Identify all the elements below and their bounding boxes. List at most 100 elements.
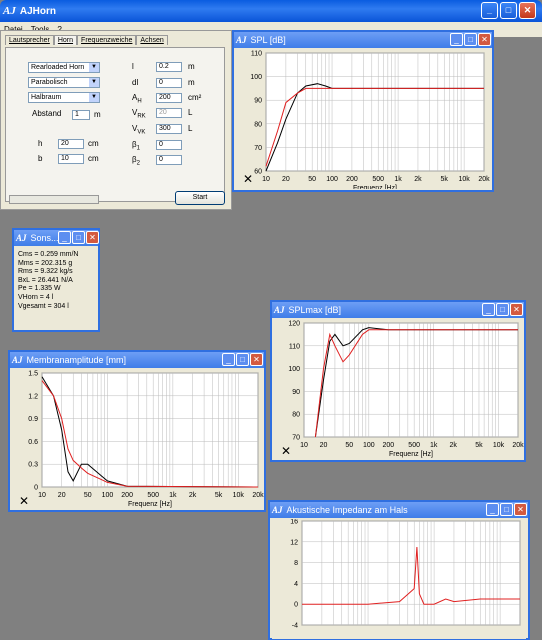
x-tick-label: 10k (493, 442, 505, 449)
impedanz-chart: -4 0 4 8 12 16 (272, 519, 526, 639)
minimize-button[interactable]: _ (481, 2, 498, 19)
tab-horn[interactable]: Horn (53, 35, 78, 45)
param-beta1-label: β1 (132, 140, 140, 152)
x-tick-label: 10k (458, 176, 470, 183)
y-tick-label: 110 (251, 51, 262, 58)
x-axis-label: Frequenz [Hz] (128, 501, 172, 508)
y-tick-label: 0 (34, 485, 38, 492)
x-tick-label: 1k (430, 442, 438, 449)
param-vvk-label: VVK (132, 124, 145, 136)
x-tick-label: 5k (215, 492, 223, 499)
x-tick-label: 20k (512, 442, 524, 449)
close-button[interactable]: ✕ (519, 2, 536, 19)
impedanz-window: AJ Akustische Impedanz am Hals _ □ ✕ -4 0 4 8 1… (268, 500, 530, 640)
y-tick-label: 80 (292, 412, 300, 419)
title-bar[interactable]: AJ AJHorn _ □ ✕ (0, 0, 542, 22)
maximize-button[interactable]: □ (500, 503, 513, 516)
spl-title: SPL [dB] (250, 35, 286, 45)
tab-achsen[interactable]: Achsen (136, 35, 168, 45)
close-button[interactable]: ✕ (86, 231, 99, 244)
progress-bar (9, 195, 99, 204)
x-axis-label: Frequenz [Hz] (353, 185, 397, 189)
y-tick-label: 120 (288, 321, 300, 328)
close-button[interactable]: ✕ (514, 503, 527, 516)
x-tick-label: 500 (372, 176, 384, 183)
param-vvk-input[interactable]: 300 (156, 124, 182, 134)
impedanz-titlebar[interactable]: AJ Akustische Impedanz am Hals _ □ ✕ (270, 502, 528, 518)
close-button[interactable]: ✕ (478, 33, 491, 46)
plot-area (41, 372, 259, 488)
x-tick-label: 10 (262, 176, 270, 183)
x-tick-label: 5k (475, 442, 483, 449)
reset-zoom-icon[interactable]: ✕ (276, 442, 296, 460)
membran-window: AJ Membranamplitude [mm] _ □ ✕ 0 0.3 0.6 0.9 1.… (8, 350, 266, 512)
reset-zoom-icon[interactable]: ✕ (238, 170, 258, 188)
x-tick-label: 20k (252, 492, 264, 499)
membran-chart: 0 0.3 0.6 0.9 1.2 1.5 10 20 50 100 200 500 1k 2k 5k 10k… (12, 369, 264, 509)
maximize-button[interactable]: □ (236, 353, 249, 366)
plot-area (265, 52, 485, 172)
x-tick-label: 20 (282, 176, 290, 183)
minimize-button[interactable]: _ (486, 503, 499, 516)
abstand-input[interactable]: 1 (72, 110, 90, 120)
profile-value: Parabolisch (31, 79, 68, 86)
param-l-input[interactable]: 0.2 (156, 62, 182, 72)
minimize-button[interactable]: _ (58, 231, 71, 244)
param-dl-unit: m (188, 78, 195, 87)
param-ah-unit: cm² (188, 93, 202, 102)
x-tick-label: 500 (408, 442, 420, 449)
space-select[interactable]: Halbraum ▼ (28, 92, 100, 103)
x-tick-label: 10 (300, 442, 308, 449)
close-button[interactable]: ✕ (250, 353, 263, 366)
app-window: AJ AJHorn _ □ ✕ Datei Tools ? Lautsprech… (0, 0, 542, 640)
close-button[interactable]: ✕ (510, 303, 523, 316)
sons-vgesamt: Vgesamt = 304 l (18, 302, 69, 310)
tab-frequenzweiche[interactable]: Frequenzweiche (77, 35, 137, 45)
y-tick-label: 8 (294, 560, 298, 567)
param-beta2-sub: 2 (136, 160, 140, 167)
x-axis-label: Frequenz [Hz] (389, 451, 433, 458)
param-ah-input[interactable]: 200 (156, 93, 182, 103)
sons-bxl: BxL = 26.441 N/A (18, 276, 73, 284)
plot-area (301, 520, 521, 626)
sons-titlebar[interactable]: AJ Sons.... _ □ ✕ (14, 230, 99, 246)
impedanz-title: Akustische Impedanz am Hals (286, 505, 408, 515)
tab-lautsprecher[interactable]: Lautsprecher (5, 35, 54, 45)
param-vrk-unit: L (188, 108, 193, 117)
minimize-button[interactable]: _ (450, 33, 463, 46)
reset-zoom-icon[interactable]: ✕ (14, 492, 34, 510)
b-input[interactable]: 10 (58, 154, 84, 164)
profile-select[interactable]: Parabolisch ▼ (28, 77, 100, 88)
param-dl-label: dl (132, 78, 139, 87)
x-tick-label: 2k (189, 492, 197, 499)
spl-chart: 6070809010011010 20 50 100 200 500 1k 2k 5k 10k 20… (236, 49, 490, 189)
y-tick-label: 0.6 (28, 439, 38, 446)
maximize-button[interactable]: □ (500, 2, 517, 19)
x-tick-label: 1k (394, 176, 402, 183)
spl-titlebar[interactable]: AJ SPL [dB] _ □ ✕ (234, 32, 492, 48)
app-logo-icon: AJ (272, 505, 283, 515)
minimize-button[interactable]: _ (482, 303, 495, 316)
param-beta2-input[interactable]: 0 (156, 155, 182, 165)
y-tick-label: 1.5 (28, 371, 38, 378)
maximize-button[interactable]: □ (496, 303, 509, 316)
maximize-button[interactable]: □ (464, 33, 477, 46)
tab-strip: Lautsprecher Horn Frequenzweiche Achsen (5, 35, 168, 45)
space-value: Halbraum (31, 94, 62, 101)
x-tick-label: 500 (147, 492, 159, 499)
h-input[interactable]: 20 (58, 139, 84, 149)
membran-titlebar[interactable]: AJ Membranamplitude [mm] _ □ ✕ (10, 352, 264, 368)
maximize-button[interactable]: □ (72, 231, 85, 244)
param-vrk-input[interactable]: 20 (156, 108, 182, 118)
x-tick-label: 100 (326, 176, 338, 183)
splmax-titlebar[interactable]: AJ SPLmax [dB] _ □ ✕ (272, 302, 524, 318)
start-button[interactable]: Start (175, 191, 225, 205)
x-tick-label: 20 (320, 442, 328, 449)
horn-type-select[interactable]: Rearloaded Horn ▼ (28, 62, 100, 73)
sons-values: Cms = 0.259 mm/N Mms = 202.315 g Rms = 9… (18, 251, 79, 311)
param-beta1-input[interactable]: 0 (156, 140, 182, 150)
parameter-window: Lautsprecher Horn Frequenzweiche Achsen … (0, 30, 232, 210)
y-tick-label: 12 (290, 539, 298, 546)
param-dl-input[interactable]: 0 (156, 78, 182, 88)
minimize-button[interactable]: _ (222, 353, 235, 366)
